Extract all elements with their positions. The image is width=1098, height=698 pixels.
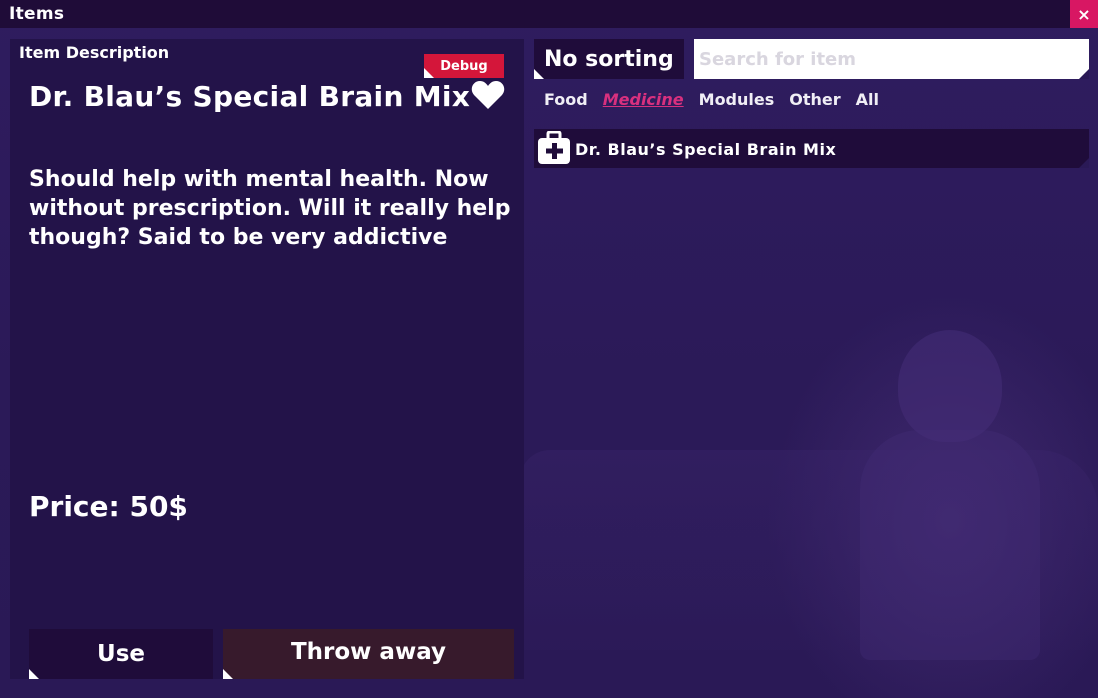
item-description-text: Should help with mental health. Now with… <box>29 167 511 250</box>
use-button[interactable]: Use <box>29 629 213 679</box>
search-input[interactable] <box>694 39 1089 79</box>
background-character-body <box>860 430 1040 660</box>
tab-other[interactable]: Other <box>789 90 840 109</box>
tab-modules[interactable]: Modules <box>699 90 775 109</box>
sorting-button[interactable]: No sorting <box>534 39 684 79</box>
tab-all[interactable]: All <box>856 90 879 109</box>
tab-food[interactable]: Food <box>544 90 588 109</box>
item-title: Dr. Blau’s Special Brain Mix <box>29 80 471 113</box>
corner-mark <box>1079 69 1089 79</box>
corner-mark <box>29 669 39 679</box>
close-button[interactable]: × <box>1070 0 1098 28</box>
medkit-icon <box>538 131 570 164</box>
item-price: Price: 50$ <box>29 490 188 523</box>
corner-mark <box>424 68 434 78</box>
heart-icon[interactable] <box>471 80 505 110</box>
tab-medicine[interactable]: Medicine <box>603 90 684 109</box>
debug-button[interactable]: Debug <box>424 54 504 78</box>
background-character-head <box>898 330 1002 442</box>
window-title: Items <box>9 4 65 24</box>
category-tabs: Food Medicine Modules Other All <box>544 90 879 109</box>
corner-mark <box>1079 158 1089 168</box>
item-description-panel <box>10 39 524 679</box>
list-item-label: Dr. Blau’s Special Brain Mix <box>575 140 837 159</box>
panel-header: Item Description <box>19 43 170 62</box>
corner-mark <box>223 669 233 679</box>
title-bar <box>0 0 1098 28</box>
throw-away-button[interactable]: Throw away <box>223 629 514 679</box>
corner-mark <box>534 69 544 79</box>
